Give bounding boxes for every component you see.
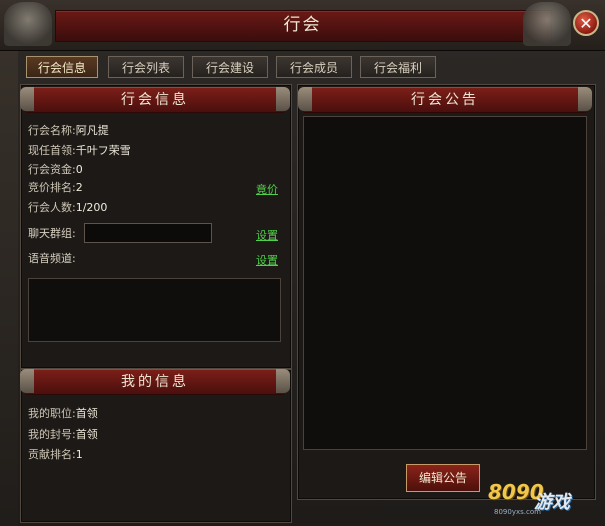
my-info-header: 我的信息 [20, 369, 290, 395]
tab-guild-info[interactable]: 行会信息 [26, 56, 98, 78]
chat-group-label: 聊天群组: [28, 227, 76, 240]
guild-members-row: 行会人数:1/200 [28, 201, 107, 215]
guild-rank-label: 竞价排名: [28, 181, 76, 194]
voice-channel-set-link[interactable]: 设置 [256, 252, 278, 268]
window-title: 行会 [283, 15, 322, 35]
guild-members-label: 行会人数: [28, 201, 76, 214]
my-contrib-value: 1 [75, 448, 83, 461]
guild-members-value: 1/200 [75, 201, 108, 214]
notice-content[interactable] [303, 116, 587, 450]
voice-channel-label: 语音频道: [28, 252, 76, 265]
site-logo: 8090 游戏 8090yxs.com [488, 480, 598, 520]
guild-funds-row: 行会资金:0 [28, 163, 83, 177]
tab-guild-members[interactable]: 行会成员 [276, 56, 352, 78]
window-border-left [0, 0, 18, 526]
guild-leader-row: 现任首领:千叶フ荣雪 [28, 144, 131, 158]
tab-guild-build[interactable]: 行会建设 [192, 56, 268, 78]
chat-group-input[interactable] [84, 223, 212, 243]
chat-group-set-link[interactable]: 设置 [256, 227, 278, 243]
my-position-label: 我的职位: [28, 407, 76, 420]
bid-link[interactable]: 竟价 [256, 181, 278, 197]
my-title-row: 我的封号:首领 [28, 428, 98, 442]
guild-leader-label: 现任首领: [28, 144, 76, 157]
guild-info-header: 行会信息 [20, 87, 290, 113]
title-bar: 行会 [0, 0, 605, 51]
guild-funds-value: 0 [75, 163, 83, 176]
voice-channel-area [28, 278, 281, 342]
my-position-row: 我的职位:首领 [28, 407, 98, 421]
logo-url: 8090yxs.com [494, 508, 541, 516]
tab-guild-list[interactable]: 行会列表 [108, 56, 184, 78]
tab-guild-welfare[interactable]: 行会福利 [360, 56, 436, 78]
my-position-value: 首领 [75, 407, 98, 420]
guild-leader-value: 千叶フ荣雪 [75, 144, 131, 157]
guild-name-row: 行会名称:阿凡提 [28, 124, 109, 138]
guild-rank-value: 2 [75, 181, 83, 194]
my-contrib-label: 贡献排名: [28, 448, 76, 461]
my-title-value: 首领 [75, 428, 98, 441]
guild-funds-label: 行会资金: [28, 163, 76, 176]
guild-rank-row: 竞价排名:2 [28, 181, 83, 195]
guild-name-label: 行会名称: [28, 124, 76, 137]
close-button[interactable]: ✕ [573, 10, 599, 36]
edit-notice-button[interactable]: 编辑公告 [406, 464, 480, 492]
my-contrib-row: 贡献排名:1 [28, 448, 83, 462]
notice-header: 行会公告 [298, 87, 592, 113]
guild-name-value: 阿凡提 [75, 124, 109, 137]
my-title-label: 我的封号: [28, 428, 76, 441]
guild-window: 行会 ✕ 行会信息 行会列表 行会建设 行会成员 行会福利 行会信息 行会名称:… [0, 0, 605, 526]
